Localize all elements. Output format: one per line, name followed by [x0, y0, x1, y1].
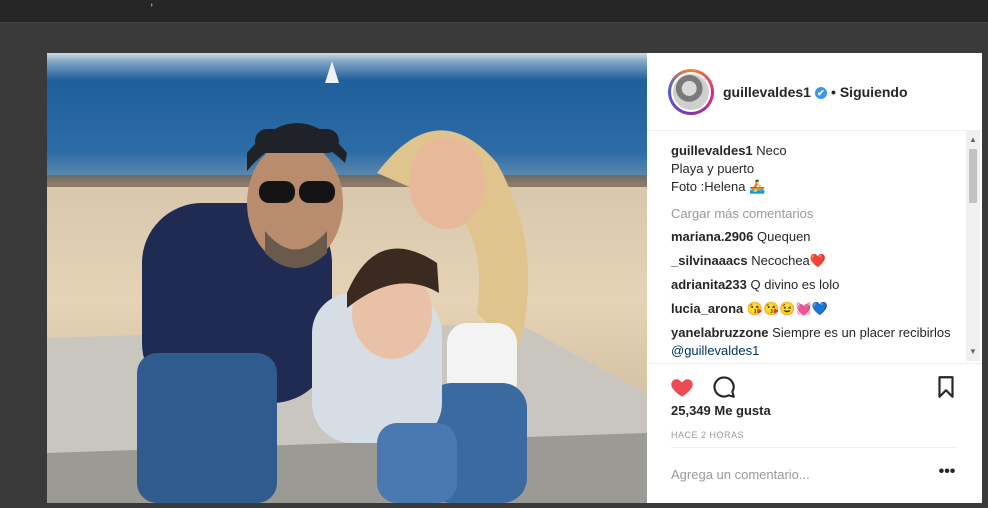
- sunglasses-left: [259, 181, 295, 203]
- child-jeans: [377, 423, 457, 503]
- save-button[interactable]: [933, 374, 959, 400]
- breakwater: [47, 175, 647, 187]
- load-more-comments[interactable]: Cargar más comentarios: [671, 205, 961, 223]
- comment-item: adrianita233 Q divino es lolo: [671, 276, 961, 294]
- header-separator: •: [830, 84, 836, 100]
- sunglasses-right: [299, 181, 335, 203]
- comments-section[interactable]: guillevaldes1 Neco Playa y puerto Foto :…: [647, 131, 982, 361]
- post-timestamp[interactable]: Hace 2 horas: [671, 430, 744, 440]
- browser-top-bar: ,: [0, 0, 988, 23]
- scroll-down-arrow-icon[interactable]: ▼: [966, 345, 980, 359]
- comment-item: mariana.2906 Quequen: [671, 228, 961, 246]
- post-header: guillevaldes1 ✔ • Siguiendo: [647, 53, 982, 131]
- top-bar-text-fragment: ,: [150, 0, 154, 8]
- caption-username[interactable]: guillevaldes1: [671, 143, 753, 158]
- header-user-line: guillevaldes1 ✔ • Siguiendo: [723, 84, 908, 100]
- comment-username[interactable]: lucia_arona: [671, 301, 743, 316]
- post-caption: guillevaldes1 Neco Playa y puerto Foto :…: [671, 142, 961, 196]
- header-username[interactable]: guillevaldes1: [723, 84, 811, 100]
- comment-text: Necochea❤️: [751, 253, 826, 268]
- add-comment-input[interactable]: [671, 462, 921, 486]
- man-face: [247, 141, 343, 265]
- likes-count[interactable]: 25,349 Me gusta: [671, 403, 771, 418]
- scroll-up-arrow-icon[interactable]: ▲: [966, 133, 980, 147]
- comment-text: 😘😘😉💓💙: [746, 301, 828, 316]
- comment-item: _silvinaaacs Necochea❤️: [671, 252, 961, 270]
- comment-username[interactable]: _silvinaaacs: [671, 253, 748, 268]
- sailboat: [325, 61, 339, 83]
- avatar-story-ring[interactable]: [668, 69, 714, 115]
- comment-username[interactable]: yanelabruzzone: [671, 325, 769, 340]
- caption-line-1: Neco: [756, 143, 787, 158]
- comment-item: yanelabruzzone Siempre es un placer reci…: [671, 324, 961, 360]
- more-options-icon[interactable]: •••: [937, 462, 957, 486]
- heart-icon: [671, 379, 693, 397]
- comment-text: Quequen: [757, 229, 811, 244]
- comment-text: Siempre es un placer recibirlos: [772, 325, 951, 340]
- comment-username[interactable]: mariana.2906: [671, 229, 753, 244]
- photo-illustration: [47, 61, 647, 503]
- man-jeans: [137, 353, 277, 503]
- comment-icon: [713, 376, 735, 398]
- avatar[interactable]: [671, 72, 711, 112]
- comment-button[interactable]: [711, 374, 737, 400]
- comments-list: guillevaldes1 Neco Playa y puerto Foto :…: [671, 142, 961, 361]
- post-photo[interactable]: [47, 53, 647, 503]
- add-comment-bar: •••: [671, 447, 957, 502]
- comment-username[interactable]: adrianita233: [671, 277, 747, 292]
- following-button[interactable]: Siguiendo: [840, 84, 908, 100]
- comments-scrollbar[interactable]: ▲ ▼: [966, 131, 980, 361]
- verified-badge-icon: ✔: [814, 87, 827, 100]
- comment-item: lucia_arona 😘😘😉💓💙: [671, 300, 961, 318]
- scroll-thumb[interactable]: [969, 149, 977, 203]
- woman-face: [409, 137, 485, 229]
- man-cap-top: [255, 129, 339, 153]
- comment-mention[interactable]: @guillevaldes1: [671, 343, 759, 358]
- caption-line-2: Playa y puerto: [671, 161, 755, 176]
- post-side-panel: guillevaldes1 ✔ • Siguiendo guillevaldes1 N…: [647, 53, 982, 503]
- bookmark-icon: [938, 376, 954, 398]
- caption-line-3: Foto :Helena 🚣: [671, 179, 766, 194]
- comment-text: Q divino es lolo: [750, 277, 840, 292]
- avatar-image: [673, 74, 709, 110]
- like-button[interactable]: [669, 374, 695, 400]
